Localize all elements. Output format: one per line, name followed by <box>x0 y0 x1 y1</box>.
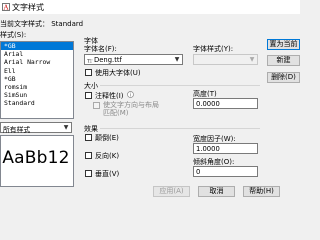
upside-down-label: 颠倒(E) <box>95 134 119 142</box>
styles-listbox[interactable]: *GB Arial Arial Narrow Ell *GB romsim Si… <box>0 41 74 119</box>
svg-text:T: T <box>89 59 93 63</box>
chevron-down-icon: ▼ <box>249 56 255 63</box>
size-group-divider <box>84 85 260 86</box>
annotative-label: 注释性(I) <box>95 92 124 100</box>
style-list-item[interactable]: *GB <box>1 42 73 51</box>
oblique-angle-input[interactable]: 0 <box>193 166 258 177</box>
svg-text:i: i <box>130 93 131 98</box>
width-factor-value: 1.0000 <box>196 145 220 153</box>
annotative-checkbox[interactable] <box>85 92 92 99</box>
style-list-item[interactable]: Standard <box>1 99 73 107</box>
styles-label: 样式(S): <box>0 31 27 39</box>
size-group-label: 大小 <box>84 81 100 91</box>
effects-group-divider <box>84 128 260 129</box>
font-name-label: 字体名(F): <box>84 45 117 53</box>
info-icon: i <box>127 91 134 98</box>
cancel-button[interactable]: 取消 <box>198 186 235 197</box>
match-orientation-label: 使文字方向与布局 匹配(M) <box>103 101 159 117</box>
match-orientation-label-line2: 匹配(M) <box>103 109 129 117</box>
chevron-down-icon: ▼ <box>63 124 69 131</box>
apply-button[interactable]: 应用(A) <box>153 186 190 197</box>
window-title: 文字样式 <box>12 3 44 12</box>
use-bigfont-label: 使用大字体(U) <box>95 69 141 77</box>
delete-style-button[interactable]: 删除(D) <box>267 72 300 83</box>
height-value: 0.0000 <box>196 100 220 108</box>
font-style-dropdown[interactable]: ▼ <box>193 54 258 65</box>
current-style-label: 当前文字样式： <box>0 20 49 28</box>
new-style-button[interactable]: 新建(N)... <box>267 55 300 66</box>
help-button[interactable]: 帮助(H) <box>243 186 280 197</box>
backwards-checkbox[interactable] <box>85 152 92 159</box>
style-list-item[interactable]: Arial Narrow <box>1 58 73 66</box>
style-list-item[interactable]: SimSun <box>1 91 73 99</box>
font-style-label: 字体样式(Y): <box>193 45 234 53</box>
use-bigfont-checkbox[interactable] <box>85 69 92 76</box>
height-input[interactable]: 0.0000 <box>193 98 258 109</box>
style-list-item[interactable]: *GB <box>1 75 73 83</box>
vertical-checkbox[interactable] <box>85 170 92 177</box>
font-name-dropdown[interactable]: T T Deng.ttf ▼ <box>84 54 183 65</box>
vertical-label: 垂直(V) <box>95 170 120 178</box>
upside-down-checkbox[interactable] <box>85 134 92 141</box>
match-orientation-label-line1: 使文字方向与布局 <box>103 101 159 109</box>
style-list-item[interactable]: Arial <box>1 50 73 58</box>
style-list-item[interactable]: romsim <box>1 83 73 91</box>
preview-text: AaBb12 <box>2 148 70 168</box>
backwards-label: 反向(K) <box>95 152 120 160</box>
truetype-font-icon: T T <box>87 59 93 64</box>
current-style-value: Standard <box>51 20 84 28</box>
oblique-angle-value: 0 <box>196 168 201 176</box>
style-list-item[interactable]: Ell <box>1 67 73 75</box>
current-style-row: 当前文字样式： Standard <box>0 19 83 29</box>
width-factor-input[interactable]: 1.0000 <box>193 143 258 154</box>
style-filter-dropdown[interactable]: 所有样式 ▼ <box>0 122 72 134</box>
text-style-app-icon: A <box>2 3 10 11</box>
set-current-button[interactable]: 置为当前(C) <box>267 39 300 50</box>
font-name-value: Deng.ttf <box>94 56 122 64</box>
svg-text:A: A <box>3 4 9 11</box>
chevron-down-icon: ▼ <box>174 56 180 63</box>
style-filter-value: 所有样式 <box>3 126 31 134</box>
title-bar <box>0 0 300 14</box>
match-orientation-checkbox[interactable] <box>93 102 100 109</box>
